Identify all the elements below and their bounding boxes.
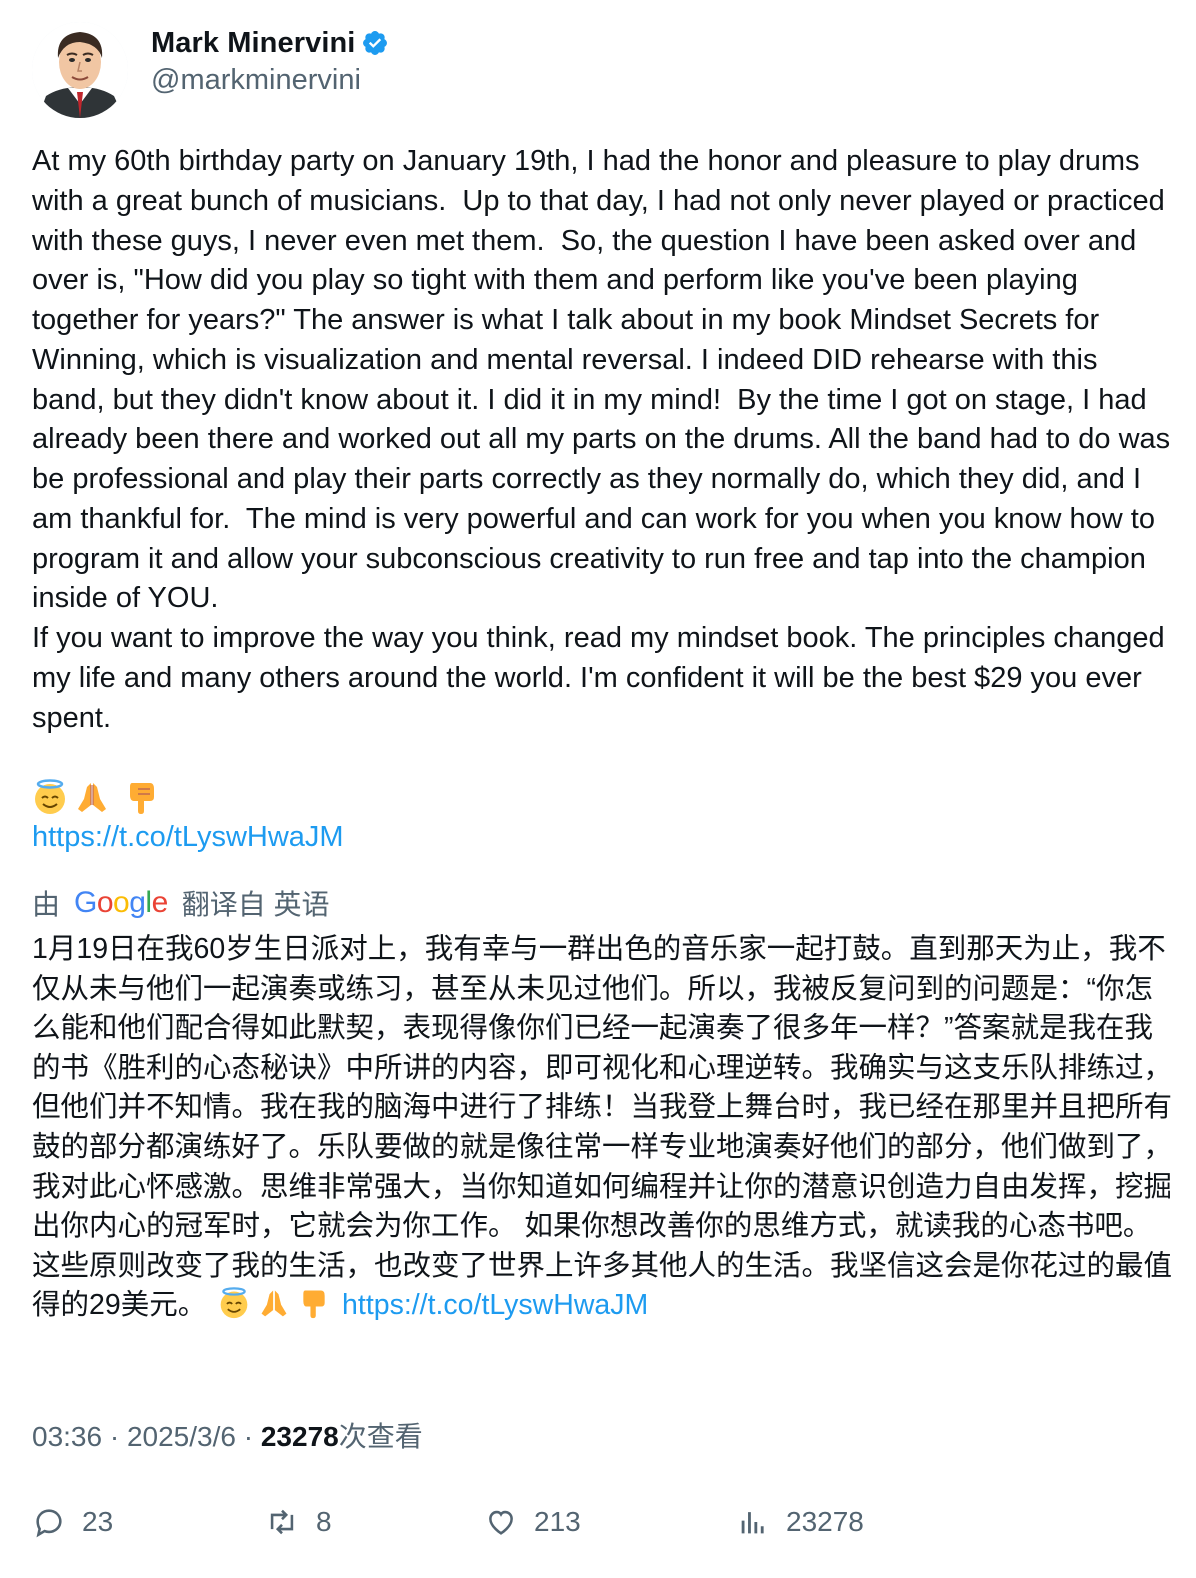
tweet-link[interactable]: https://t.co/tLyswHwaJM xyxy=(32,817,344,857)
tweet-emoji-row xyxy=(32,777,160,817)
repost-icon xyxy=(270,1509,294,1535)
translation-header: 由 Google 翻译自 英语 xyxy=(32,882,330,924)
author-name[interactable]: Mark Minervini xyxy=(151,27,355,60)
tweet-date[interactable]: 2025/3/6 xyxy=(127,1421,236,1452)
translated-text: 1月19日在我60岁生日派对上，我有幸与一群出色的音乐家一起打鼓。直到那天为止，… xyxy=(32,930,1172,1331)
action-bar: 23 8 213 23278 xyxy=(32,1500,1172,1544)
avatar[interactable] xyxy=(32,22,128,118)
analytics-icon xyxy=(741,1512,764,1534)
like-count: 213 xyxy=(534,1506,581,1537)
like-button[interactable]: 213 xyxy=(484,1500,581,1544)
repost-count: 8 xyxy=(316,1506,332,1537)
tweet-body: At my 60th birthday party on January 19t… xyxy=(32,145,1171,734)
verified-badge-icon xyxy=(363,31,388,55)
translated-link[interactable]: https://t.co/tLyswHwaJM xyxy=(342,1289,648,1321)
translation-suffix: 翻译自 英语 xyxy=(181,889,330,920)
avatar-caricature-icon xyxy=(32,22,128,118)
translation-prefix: 由 xyxy=(32,889,61,920)
author-name-row[interactable]: Mark Minervini xyxy=(151,24,389,62)
meta-separator: · xyxy=(102,1421,127,1452)
reply-icon xyxy=(36,1509,62,1538)
views-label: 次查看 xyxy=(338,1421,423,1452)
google-logo: Google xyxy=(74,886,168,919)
views-button[interactable]: 23278 xyxy=(736,1500,864,1544)
translated-body: 1月19日在我60岁生日派对上，我有幸与一群出色的音乐家一起打鼓。直到那天为止，… xyxy=(32,933,1173,1322)
repost-button[interactable]: 8 xyxy=(264,1500,332,1544)
pointing-down-icon xyxy=(130,783,154,814)
reply-count: 23 xyxy=(82,1506,114,1537)
halo-face-icon xyxy=(218,1287,250,1331)
pointing-down-icon xyxy=(298,1287,330,1331)
author-handle[interactable]: @markminervini xyxy=(151,64,361,97)
meta-separator-2: · xyxy=(235,1421,261,1452)
tweet-meta: 03:36 · 2025/3/6 · 23278次查看 xyxy=(32,1415,423,1455)
halo-face-icon xyxy=(35,779,65,814)
heart-icon xyxy=(489,1510,513,1535)
tweet-time[interactable]: 03:36 xyxy=(32,1421,102,1452)
reply-button[interactable]: 23 xyxy=(32,1500,113,1544)
praying-hands-icon xyxy=(78,783,106,812)
praying-hands-icon xyxy=(258,1287,290,1331)
views-action-count: 23278 xyxy=(786,1506,864,1537)
views-count: 23278 xyxy=(260,1421,339,1452)
